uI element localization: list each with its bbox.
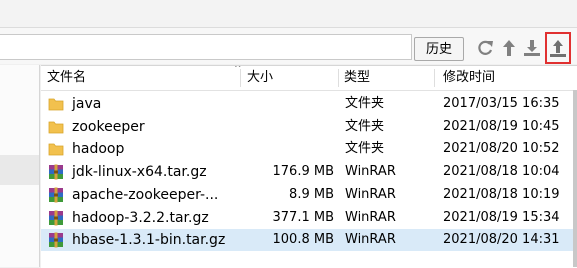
file-name: hbase-1.3.1-bin.tar.gz <box>72 232 226 249</box>
file-row[interactable]: java 文件夹 2017/03/15 16:35 <box>41 93 577 115</box>
file-size: 377.1 MB <box>272 209 334 225</box>
file-name: hadoop-3.2.2.tar.gz <box>72 209 209 226</box>
file-size: 176.9 MB <box>272 164 334 180</box>
file-name: apache-zookeeper-... <box>72 186 219 203</box>
file-row[interactable]: hadoop-3.2.2.tar.gz 377.1 MB WinRAR 2021/08… <box>41 207 577 229</box>
file-name-cell: hadoop <box>41 138 241 160</box>
title-strip <box>0 0 577 28</box>
file-type: 文件夹 <box>345 141 385 157</box>
file-modified: 2021/08/18 10:19 <box>443 186 560 202</box>
file-list: 文件名 ^ 大小 类型 修改时间 java 文件夹 2017/03/15 16:35… <box>41 65 577 268</box>
file-type: WinRAR <box>345 186 396 202</box>
refresh-icon[interactable] <box>474 36 496 60</box>
column-header-name[interactable]: 文件名 <box>41 66 241 90</box>
file-row[interactable]: jdk-linux-x64.tar.gz 176.9 MB WinRAR 2021/0… <box>41 161 577 183</box>
file-name-cell: jdk-linux-x64.tar.gz <box>41 161 241 183</box>
file-name-cell: zookeeper <box>41 116 241 138</box>
file-name: hadoop <box>72 141 125 158</box>
file-row[interactable]: zookeeper 文件夹 2021/08/19 10:45 <box>41 116 577 138</box>
history-button[interactable]: 历史 <box>414 37 464 61</box>
scrollbar[interactable] <box>573 90 577 267</box>
column-header-modified[interactable]: 修改时间 <box>437 66 577 90</box>
file-list-header: 文件名 ^ 大小 类型 修改时间 <box>41 66 577 91</box>
file-name-cell: hadoop-3.2.2.tar.gz <box>41 207 241 229</box>
file-type: WinRAR <box>345 209 396 225</box>
local-pane <box>0 65 40 267</box>
winrar-archive-icon <box>48 164 64 180</box>
file-type: WinRAR <box>345 232 396 248</box>
upload-icon[interactable] <box>545 32 571 64</box>
file-row[interactable]: apache-zookeeper-... 8.9 MB WinRAR 2021/08/… <box>41 184 577 206</box>
file-row[interactable]: hadoop 文件夹 2021/08/20 10:52 <box>41 138 577 160</box>
local-pane-selection <box>0 155 39 185</box>
column-divider[interactable] <box>434 69 435 87</box>
file-type: WinRAR <box>345 164 396 180</box>
column-header-type[interactable]: 类型 <box>338 66 436 90</box>
file-size <box>241 138 334 160</box>
folder-icon <box>48 141 64 157</box>
file-type: 文件夹 <box>345 96 385 111</box>
file-name: java <box>72 96 102 112</box>
file-modified: 2021/08/20 14:31 <box>443 232 560 248</box>
file-type: 文件夹 <box>345 118 385 134</box>
file-name-cell: java <box>41 93 241 115</box>
folder-icon <box>48 96 64 112</box>
column-header-size[interactable]: 大小 <box>241 66 337 90</box>
file-name-cell: hbase-1.3.1-bin.tar.gz <box>41 229 241 251</box>
folder-icon <box>48 119 64 135</box>
winrar-archive-icon <box>48 187 64 203</box>
file-size <box>241 116 334 138</box>
file-name: zookeeper <box>72 118 145 135</box>
path-input[interactable] <box>0 34 412 60</box>
file-row[interactable]: hbase-1.3.1-bin.tar.gz 100.8 MB WinRAR 2021… <box>41 229 577 252</box>
winrar-archive-icon <box>48 232 64 248</box>
file-modified: 2021/08/18 10:04 <box>443 164 560 180</box>
file-size: 8.9 MB <box>289 186 334 202</box>
file-size: 100.8 MB <box>272 232 334 248</box>
arrow-up-icon[interactable] <box>498 36 520 60</box>
file-name-cell: apache-zookeeper-... <box>41 184 241 206</box>
download-icon[interactable] <box>521 36 543 60</box>
file-modified: 2017/03/15 16:35 <box>443 96 560 111</box>
file-modified: 2021/08/20 10:52 <box>443 141 560 157</box>
file-name: jdk-linux-x64.tar.gz <box>72 164 207 181</box>
file-size <box>241 93 334 115</box>
winrar-archive-icon <box>48 210 64 226</box>
file-modified: 2021/08/19 15:34 <box>443 209 560 225</box>
file-modified: 2021/08/19 10:45 <box>443 118 560 134</box>
